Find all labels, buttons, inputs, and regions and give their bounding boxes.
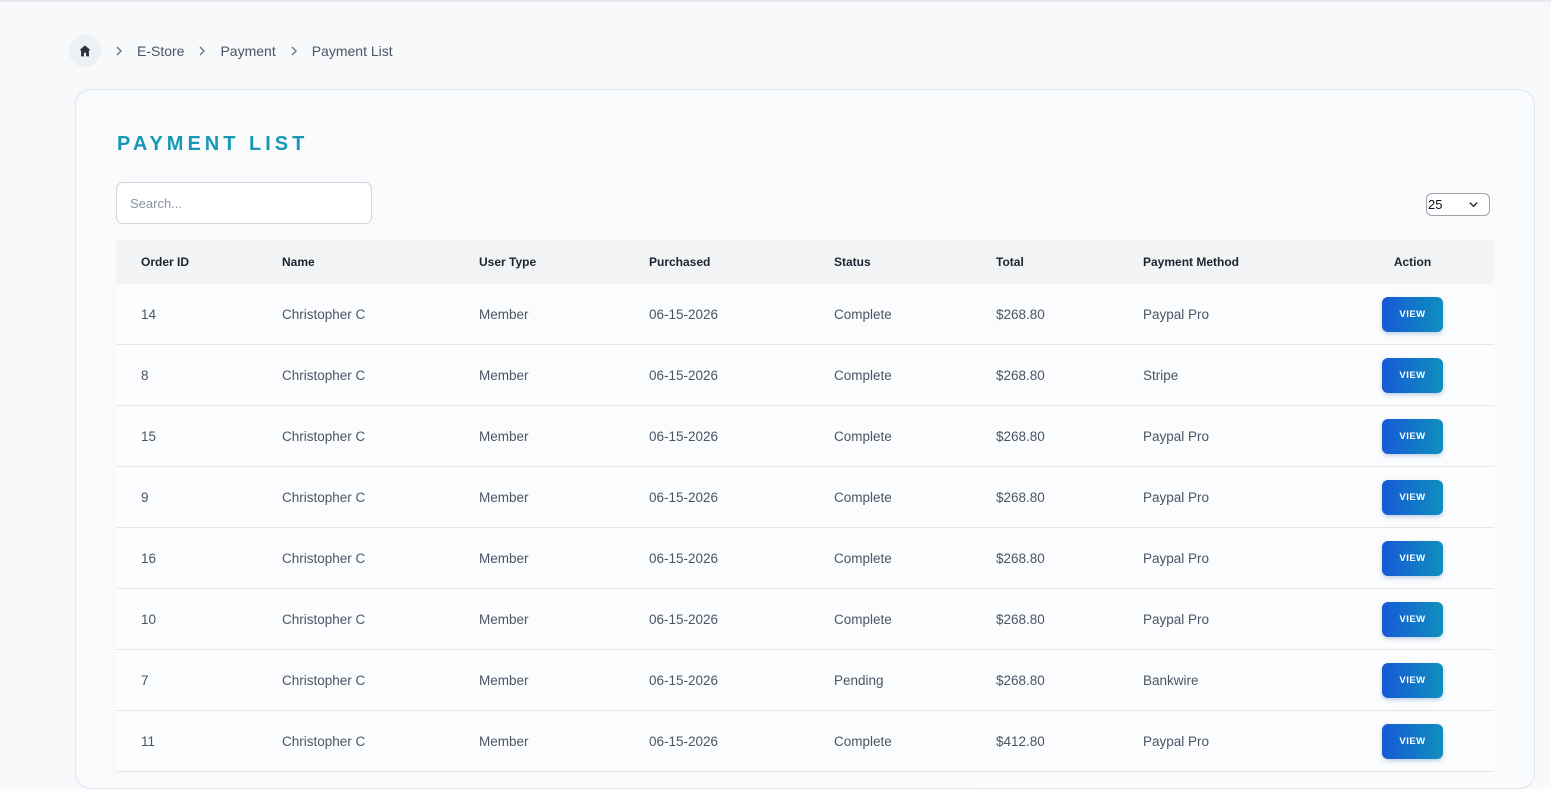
cell-total: $268.80 (996, 428, 1045, 444)
table-row: 15 Christopher C Member 06-15-2026 Compl… (116, 406, 1494, 467)
cell-purchased: 06-15-2026 (649, 489, 719, 505)
cell-payment-method: Paypal Pro (1143, 428, 1210, 444)
table-row: 11 Christopher C Member 06-15-2026 Compl… (116, 711, 1494, 772)
header-action: Action (1393, 255, 1432, 269)
view-button[interactable]: VIEW (1382, 357, 1443, 393)
cell-total: $268.80 (996, 367, 1045, 383)
cell-payment-method: Paypal Pro (1143, 733, 1210, 749)
chevron-right-icon (287, 44, 301, 58)
cell-order-id: 14 (141, 306, 157, 322)
cell-payment-method: Paypal Pro (1143, 489, 1210, 505)
cell-status: Complete (834, 611, 892, 627)
cell-order-id: 15 (141, 428, 157, 444)
cell-user-type: Member (479, 733, 529, 749)
cell-name: Christopher C (282, 428, 366, 444)
cell-payment-method: Bankwire (1143, 672, 1199, 688)
cell-status: Pending (834, 672, 884, 688)
header-order-id[interactable]: Order ID (116, 255, 282, 269)
header-name[interactable]: Name (282, 255, 479, 269)
cell-total: $412.80 (996, 733, 1045, 749)
cell-name: Christopher C (282, 367, 366, 383)
view-button[interactable]: VIEW (1382, 662, 1443, 698)
cell-status: Complete (834, 367, 892, 383)
table-row: 16 Christopher C Member 06-15-2026 Compl… (116, 528, 1494, 589)
breadcrumb-payment[interactable]: Payment (220, 43, 275, 59)
search-input[interactable] (116, 182, 372, 224)
per-page-value: 25 (1428, 197, 1443, 212)
header-purchased[interactable]: Purchased (649, 255, 834, 269)
cell-order-id: 7 (141, 672, 149, 688)
table-row: 14 Christopher C Member 06-15-2026 Compl… (116, 284, 1494, 345)
breadcrumb-estore[interactable]: E-Store (137, 43, 184, 59)
table-row: 9 Christopher C Member 06-15-2026 Comple… (116, 467, 1494, 528)
cell-order-id: 10 (141, 611, 157, 627)
cell-user-type: Member (479, 367, 529, 383)
cell-user-type: Member (479, 611, 529, 627)
cell-status: Complete (834, 489, 892, 505)
cell-name: Christopher C (282, 306, 366, 322)
per-page-select[interactable]: 25 (1426, 193, 1490, 216)
cell-name: Christopher C (282, 550, 366, 566)
header-payment-method[interactable]: Payment Method (1143, 255, 1382, 269)
home-icon (79, 45, 91, 57)
view-button[interactable]: VIEW (1382, 601, 1443, 637)
cell-total: $268.80 (996, 306, 1045, 322)
view-button[interactable]: VIEW (1382, 540, 1443, 576)
cell-user-type: Member (479, 428, 529, 444)
cell-order-id: 16 (141, 550, 157, 566)
cell-total: $268.80 (996, 611, 1045, 627)
cell-user-type: Member (479, 489, 529, 505)
cell-total: $268.80 (996, 489, 1045, 505)
page-title: PAYMENT LIST (117, 133, 309, 155)
chevron-down-icon (1469, 202, 1478, 208)
chevron-right-icon (195, 44, 209, 58)
header-user-type[interactable]: User Type (479, 255, 649, 269)
cell-user-type: Member (479, 672, 529, 688)
table-header: Order ID Name User Type Purchased Status… (116, 240, 1494, 284)
header-status[interactable]: Status (834, 255, 996, 269)
breadcrumb-payment-list: Payment List (311, 43, 393, 59)
cell-order-id: 11 (141, 733, 156, 749)
cell-payment-method: Paypal Pro (1143, 550, 1210, 566)
cell-user-type: Member (479, 550, 529, 566)
cell-order-id: 8 (141, 367, 149, 383)
top-border (0, 0, 1551, 2)
cell-name: Christopher C (282, 489, 366, 505)
cell-name: Christopher C (282, 672, 366, 688)
cell-status: Complete (834, 733, 892, 749)
breadcrumb: E-Store Payment Payment List (69, 35, 393, 67)
payments-table: Order ID Name User Type Purchased Status… (116, 240, 1494, 772)
table-row: 10 Christopher C Member 06-15-2026 Compl… (116, 589, 1494, 650)
cell-purchased: 06-15-2026 (649, 611, 719, 627)
cell-user-type: Member (479, 306, 529, 322)
cell-total: $268.80 (996, 550, 1045, 566)
cell-purchased: 06-15-2026 (649, 672, 719, 688)
cell-payment-method: Paypal Pro (1143, 306, 1210, 322)
cell-name: Christopher C (282, 611, 366, 627)
cell-purchased: 06-15-2026 (649, 550, 719, 566)
cell-purchased: 06-15-2026 (649, 367, 719, 383)
payment-list-card: PAYMENT LIST 25 Order ID Name User Type … (75, 89, 1535, 789)
cell-purchased: 06-15-2026 (649, 733, 719, 749)
view-button[interactable]: VIEW (1382, 296, 1443, 332)
view-button[interactable]: VIEW (1382, 418, 1443, 454)
cell-status: Complete (834, 306, 892, 322)
view-button[interactable]: VIEW (1382, 479, 1443, 515)
chevron-right-icon (112, 44, 126, 58)
cell-payment-method: Paypal Pro (1143, 611, 1210, 627)
cell-payment-method: Stripe (1143, 367, 1179, 383)
cell-total: $268.80 (996, 672, 1045, 688)
cell-purchased: 06-15-2026 (649, 428, 719, 444)
table-row: 8 Christopher C Member 06-15-2026 Comple… (116, 345, 1494, 406)
cell-status: Complete (834, 428, 892, 444)
header-total[interactable]: Total (996, 255, 1143, 269)
cell-status: Complete (834, 550, 892, 566)
view-button[interactable]: VIEW (1382, 723, 1443, 759)
breadcrumb-home[interactable] (69, 35, 101, 67)
cell-purchased: 06-15-2026 (649, 306, 719, 322)
cell-name: Christopher C (282, 733, 366, 749)
cell-order-id: 9 (141, 489, 149, 505)
table-row: 7 Christopher C Member 06-15-2026 Pendin… (116, 650, 1494, 711)
